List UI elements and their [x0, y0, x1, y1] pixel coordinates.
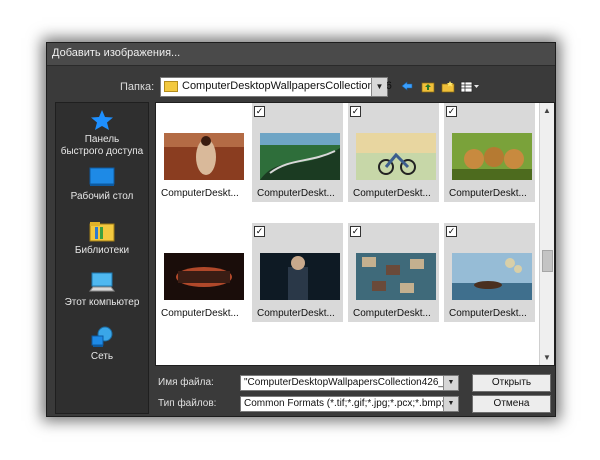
file-name: ComputerDeskt...	[257, 188, 335, 199]
file-list[interactable]: ComputerDeskt... ✓ ComputerDeskt... ✓ Co…	[155, 102, 555, 366]
thumbnail-image	[356, 253, 436, 300]
computer-icon	[89, 272, 115, 294]
folder-name: ComputerDesktopWallpapersCollection426	[182, 80, 392, 92]
file-item[interactable]: ✓ ComputerDeskt...	[348, 103, 439, 202]
scroll-up-icon[interactable]: ▲	[543, 106, 551, 115]
thumbnail-image	[260, 253, 340, 300]
up-folder-icon[interactable]	[421, 80, 435, 93]
file-item[interactable]: ✓ ComputerDeskt...	[444, 223, 535, 322]
place-label: Рабочий стол	[70, 191, 134, 202]
file-name: ComputerDeskt...	[353, 188, 431, 199]
thumbnail-image	[260, 133, 340, 180]
star-icon	[89, 109, 115, 131]
desktop-icon	[89, 166, 115, 188]
back-arrow-icon[interactable]	[400, 80, 414, 93]
title-bar[interactable]: Добавить изображения...	[47, 43, 555, 66]
file-item[interactable]: ✓ ComputerDeskt...	[348, 223, 439, 322]
checkbox-checked-icon[interactable]: ✓	[446, 226, 457, 237]
place-label: Этот компьютер	[64, 297, 140, 308]
checkbox-checked-icon[interactable]: ✓	[350, 106, 361, 117]
scrollbar-thumb[interactable]	[542, 250, 553, 272]
checkbox-checked-icon[interactable]: ✓	[350, 226, 361, 237]
place-label: Библиотеки	[74, 245, 130, 256]
filename-value: "ComputerDesktopWallpapersCollection426_…	[244, 377, 456, 388]
open-button[interactable]: Открыть	[472, 374, 551, 392]
filename-label: Имя файла:	[158, 377, 214, 388]
file-name: ComputerDeskt...	[449, 188, 527, 199]
place-this-pc[interactable]: Этот компьютер	[56, 272, 148, 309]
add-images-dialog: Добавить изображения... Папка: ComputerD…	[46, 42, 556, 417]
chevron-down-icon[interactable]: ▼	[443, 397, 458, 411]
file-item[interactable]: ✓ ComputerDeskt...	[252, 103, 343, 202]
file-name: ComputerDeskt...	[353, 308, 431, 319]
places-sidebar: Панель быстрого доступа Рабочий стол Биб…	[55, 102, 149, 414]
view-menu-icon[interactable]	[460, 80, 480, 93]
cancel-button[interactable]: Отмена	[472, 395, 551, 413]
place-network[interactable]: Сеть	[56, 326, 148, 363]
file-name: ComputerDeskt...	[449, 308, 527, 319]
place-label: быстрого доступа	[60, 146, 144, 157]
folder-combo[interactable]: ComputerDesktopWallpapersCollection426 ▼	[160, 77, 392, 97]
thumbnail-image	[452, 133, 532, 180]
libraries-icon	[89, 220, 115, 242]
network-icon	[89, 326, 115, 348]
filetype-select[interactable]: Common Formats (*.tif;*.gif;*.jpg;*.pcx;…	[240, 396, 459, 412]
thumbnail-image	[164, 253, 244, 300]
scroll-down-icon[interactable]: ▼	[543, 353, 551, 362]
chevron-down-icon[interactable]: ▼	[371, 78, 387, 96]
place-label: Панель	[84, 134, 120, 145]
file-item[interactable]: ComputerDeskt...	[156, 103, 247, 202]
place-libraries[interactable]: Библиотеки	[56, 220, 148, 257]
new-folder-icon[interactable]	[441, 80, 455, 93]
file-name: ComputerDeskt...	[257, 308, 335, 319]
place-desktop[interactable]: Рабочий стол	[56, 166, 148, 203]
file-name: ComputerDeskt...	[161, 188, 239, 199]
file-name: ComputerDeskt...	[161, 308, 239, 319]
folder-label: Папка:	[120, 81, 155, 93]
file-item[interactable]: ✓ ComputerDeskt...	[444, 103, 535, 202]
thumbnail-image	[164, 133, 244, 180]
dialog-title: Добавить изображения...	[52, 47, 181, 59]
file-item[interactable]: ComputerDeskt...	[156, 223, 247, 322]
checkbox-checked-icon[interactable]: ✓	[446, 106, 457, 117]
filename-field[interactable]: "ComputerDesktopWallpapersCollection426_…	[240, 375, 459, 391]
vertical-scrollbar[interactable]: ▲ ▼	[539, 103, 554, 365]
thumbnail-image	[452, 253, 532, 300]
folder-icon	[164, 81, 178, 92]
thumbnail-image	[356, 133, 436, 180]
checkbox-checked-icon[interactable]: ✓	[254, 106, 265, 117]
chevron-down-icon[interactable]: ▼	[443, 376, 458, 390]
checkbox-checked-icon[interactable]: ✓	[254, 226, 265, 237]
filetype-label: Тип файлов:	[158, 398, 217, 409]
place-quick-access[interactable]: Панель быстрого доступа	[56, 109, 148, 158]
place-label: Сеть	[90, 351, 114, 362]
filetype-value: Common Formats (*.tif;*.gif;*.jpg;*.pcx;…	[244, 398, 458, 409]
file-item[interactable]: ✓ ComputerDeskt...	[252, 223, 343, 322]
